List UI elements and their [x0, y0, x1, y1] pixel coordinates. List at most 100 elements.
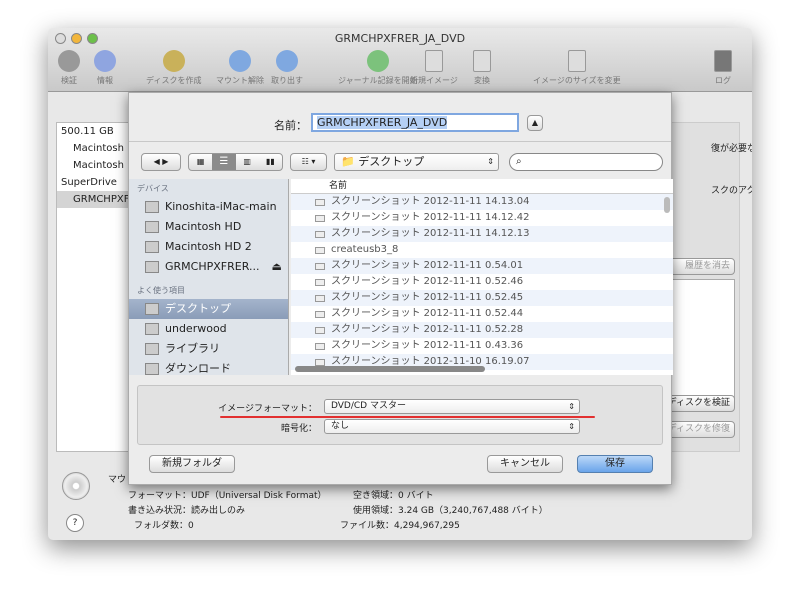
sidebar: デバイス Kinoshita-iMac-main Macintosh HD Macin… — [129, 179, 289, 375]
file-icon — [315, 246, 325, 254]
search-icon: ⌕ — [516, 156, 522, 167]
sidebar-favorite[interactable]: underwood — [129, 319, 288, 339]
toolbar-label: 検証 — [61, 76, 77, 85]
drive-icon — [145, 261, 159, 273]
view-buttons[interactable]: ▦ ☰ ▥ ▮▮ — [188, 153, 283, 171]
name-input[interactable]: GRMCHPXFRER_JA_DVD — [311, 113, 519, 132]
file-row[interactable]: スクリーンショット 2012-11-11 0.52.44 — [291, 306, 673, 322]
save-sheet: 名前： GRMCHPXFRER_JA_DVD ▲ ◀ ▶ ▦ ☰ ▥ ▮▮ ☷ ▾ 📁… — [128, 92, 673, 485]
sidebar-label: GRMCHPXFRER... — [165, 260, 260, 273]
toolbar-label: 新規イメージ — [410, 76, 458, 85]
file-list[interactable]: 名前 スクリーンショット 2012-11-11 14.13.04 スクリーンショッ… — [291, 179, 673, 375]
toolbar-button[interactable]: イメージのサイズを変更 — [533, 50, 621, 86]
sidebar-favorite[interactable]: ライブラリ — [129, 339, 288, 359]
arrange-button[interactable]: ☷ ▾ — [290, 153, 327, 171]
toolbar-label: 取り出す — [271, 76, 303, 85]
file-icon — [315, 342, 325, 350]
sidebar-device[interactable]: Macintosh HD 2 — [129, 237, 288, 257]
icon-view-icon[interactable]: ▦ — [189, 154, 212, 170]
file-row[interactable]: スクリーンショット 2012-11-11 14.13.04 — [291, 194, 673, 210]
expand-button[interactable]: ▲ — [527, 115, 543, 131]
column-header-name[interactable]: 名前 — [291, 179, 673, 194]
sidebar-label: ダウンロード — [165, 362, 231, 375]
column-view-icon[interactable]: ▥ — [236, 154, 259, 170]
new-folder-button[interactable]: 新規フォルダ — [149, 455, 235, 473]
file-row[interactable]: スクリーンショット 2012-11-11 0.52.28 — [291, 322, 673, 338]
file-name: スクリーンショット 2012-11-11 0.43.36 — [331, 340, 524, 351]
toolbar-icon — [229, 50, 251, 72]
toolbar-icon — [276, 50, 298, 72]
list-view-icon[interactable]: ☰ — [212, 154, 236, 170]
help-button[interactable]: ? — [66, 514, 84, 532]
file-icon — [315, 326, 325, 334]
file-icon — [315, 230, 325, 238]
favorites-header: よく使う項目 — [137, 286, 185, 295]
file-name: createusb3_8 — [331, 244, 399, 255]
coverflow-view-icon[interactable]: ▮▮ — [259, 154, 282, 170]
toolbar-label: ジャーナル記録を開始 — [338, 76, 418, 85]
write-status-info: 書き込み状況：読み出しのみ — [128, 506, 246, 516]
file-row[interactable]: スクリーンショット 2012-11-11 0.52.45 — [291, 290, 673, 306]
file-icon — [315, 278, 325, 286]
mount-label: マウ — [108, 475, 127, 485]
first-aid-text: 復が必要な場 — [711, 144, 752, 154]
name-label: 名前： — [274, 119, 307, 132]
image-format-popup[interactable]: DVD/CD マスター — [324, 399, 580, 414]
file-row[interactable]: スクリーンショット 2012-11-11 0.54.01 — [291, 258, 673, 274]
drive-icon — [145, 241, 159, 253]
cancel-button[interactable]: キャンセル — [487, 455, 563, 473]
toolbar-icon — [473, 50, 491, 72]
encryption-label: 暗号化： — [280, 424, 317, 434]
window-title: GRMCHPXFRER_JA_DVD — [334, 32, 466, 45]
file-name: スクリーンショット 2012-11-11 14.13.04 — [331, 196, 530, 207]
sidebar-device[interactable]: Macintosh HD — [129, 217, 288, 237]
file-row[interactable]: スクリーンショット 2012-11-11 0.52.46 — [291, 274, 673, 290]
location-value: デスクトップ — [358, 155, 425, 168]
eject-icon[interactable]: ⏏ — [271, 257, 281, 277]
first-aid-text: スクのアクセ — [711, 186, 752, 196]
toolbar-button[interactable]: 検証 — [58, 50, 80, 86]
file-row[interactable]: createusb3_8 — [291, 242, 673, 258]
image-format-label: イメージフォーマット： — [218, 404, 317, 414]
toolbar-button[interactable]: ディスクを作成 — [146, 50, 201, 86]
toolbar-button[interactable]: マウント解除 — [216, 50, 264, 86]
location-popup[interactable]: 📁 デスクトップ — [334, 153, 499, 171]
file-count-info: ファイル数：4,294,967,295 — [340, 521, 460, 531]
vertical-scrollbar[interactable] — [664, 197, 670, 213]
toolbar-icon — [567, 50, 586, 72]
sidebar-label: Kinoshita-iMac-main — [165, 200, 277, 213]
file-row[interactable]: スクリーンショット 2012-11-11 14.12.42 — [291, 210, 673, 226]
disc-icon — [62, 472, 90, 500]
sidebar-device[interactable]: Kinoshita-iMac-main — [129, 197, 288, 217]
file-row[interactable]: スクリーンショット 2012-11-11 0.43.36 — [291, 338, 673, 354]
sidebar-device[interactable]: GRMCHPXFRER... ⏏ — [129, 257, 288, 277]
toolbar-button[interactable]: ジャーナル記録を開始 — [338, 50, 418, 86]
toolbar-label: イメージのサイズを変更 — [533, 76, 621, 85]
highlight-underline — [220, 416, 595, 418]
drive-icon — [145, 201, 159, 213]
toolbar-button[interactable]: 新規イメージ — [410, 50, 458, 86]
encryption-value: なし — [331, 421, 350, 431]
encryption-popup[interactable]: なし — [324, 419, 580, 434]
file-name: スクリーンショット 2012-11-11 0.52.46 — [331, 276, 524, 287]
sidebar-label: Macintosh HD 2 — [165, 240, 252, 253]
save-button[interactable]: 保存 — [577, 455, 653, 473]
toolbar-icon — [714, 50, 732, 72]
toolbar-button[interactable]: 変換 — [473, 50, 491, 86]
file-row[interactable]: スクリーンショット 2012-11-11 14.12.13 — [291, 226, 673, 242]
folder-count-info: フォルダ数：0 — [134, 521, 194, 531]
toolbar-label: マウント解除 — [216, 76, 264, 85]
format-options: イメージフォーマット： DVD/CD マスター 暗号化： なし — [137, 385, 663, 445]
sidebar-favorite[interactable]: デスクトップ — [129, 299, 288, 319]
back-forward-buttons[interactable]: ◀ ▶ — [141, 153, 181, 171]
toolbar-button[interactable]: 取り出す — [271, 50, 303, 86]
title-bar: GRMCHPXFRER_JA_DVD 検証 情報 ディスクを作成 マウント解除 取り出す… — [48, 28, 752, 92]
toolbar-button[interactable]: ログ — [714, 50, 732, 86]
toolbar-button[interactable]: 情報 — [94, 50, 116, 86]
free-space-info: 空き領域：0 バイト — [353, 491, 434, 501]
search-input[interactable]: ⌕ — [509, 153, 663, 171]
horizontal-scrollbar[interactable] — [295, 366, 485, 372]
sidebar-label: Macintosh HD — [165, 220, 242, 233]
name-value: GRMCHPXFRER_JA_DVD — [317, 116, 448, 129]
sidebar-favorite[interactable]: ダウンロード — [129, 359, 288, 375]
